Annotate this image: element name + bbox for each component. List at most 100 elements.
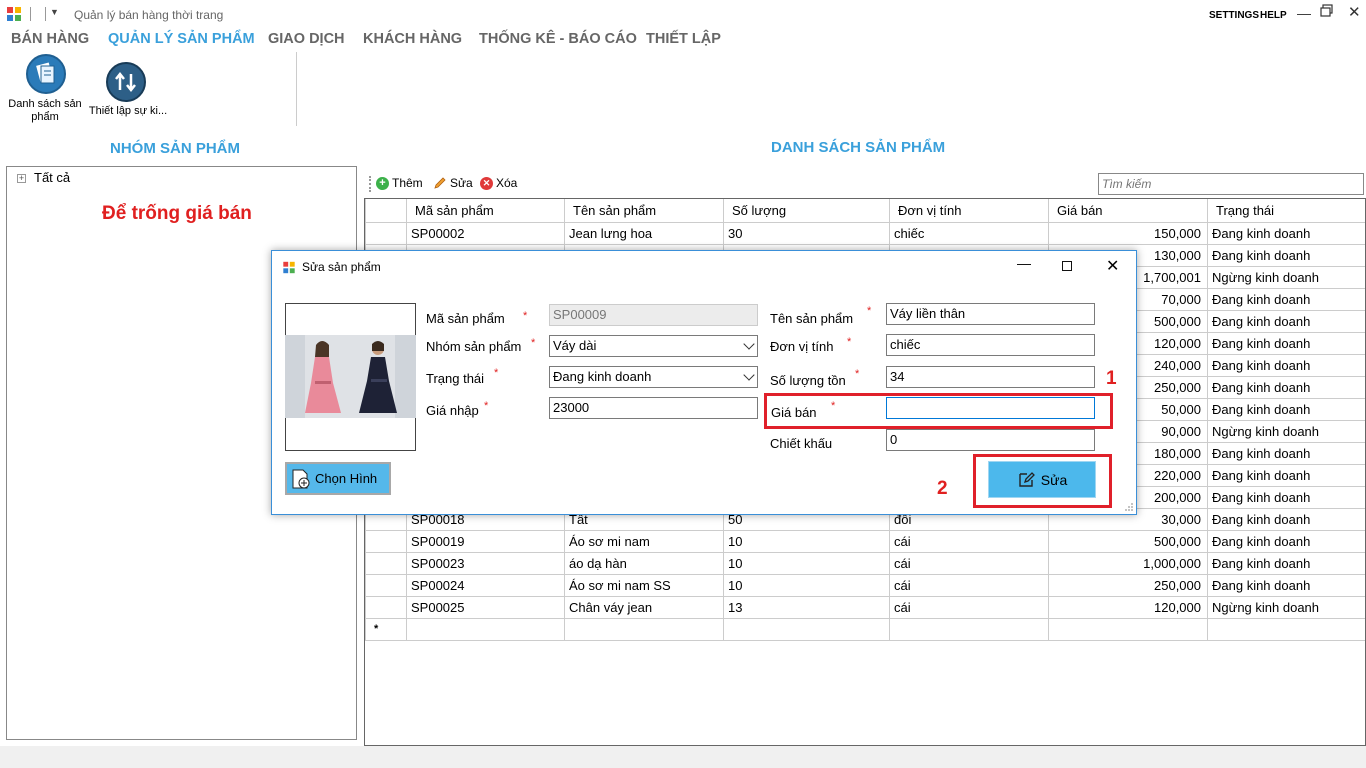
quick-access-dropdown-icon[interactable]: ▼: [50, 7, 59, 17]
table-row[interactable]: SP00019 Áo sơ mi nam 10 cái 500,000 Đang kinh…: [365, 529, 1365, 553]
edit-button[interactable]: Sửa: [433, 176, 473, 190]
cell-status[interactable]: Đang kinh doanh: [1207, 375, 1365, 399]
cell-status[interactable]: Đang kinh doanh: [1207, 353, 1365, 377]
cell-unit[interactable]: cái: [889, 573, 1049, 597]
minimize-icon[interactable]: —: [1297, 5, 1311, 21]
cell-status[interactable]: Đang kinh doanh: [1207, 397, 1365, 421]
cell-unit[interactable]: cái: [889, 551, 1049, 575]
unit-field[interactable]: chiếc: [886, 334, 1095, 356]
cell-name[interactable]: Áo sơ mi nam: [564, 529, 724, 553]
menu-khach-hang[interactable]: KHÁCH HÀNG: [363, 31, 462, 47]
new-row-cell[interactable]: [1207, 617, 1365, 641]
cell-code[interactable]: SP00019: [406, 529, 565, 553]
cell-price[interactable]: 1,000,000: [1048, 551, 1208, 575]
cell-status[interactable]: Đang kinh doanh: [1207, 551, 1365, 575]
new-row-cell[interactable]: [564, 617, 724, 641]
menu-quan-ly-san-pham[interactable]: QUẢN LÝ SẢN PHẨM: [108, 31, 255, 47]
column-header[interactable]: Trạng thái: [1207, 199, 1365, 223]
discount-field[interactable]: 0: [886, 429, 1095, 451]
row-header[interactable]: [365, 529, 407, 553]
column-header[interactable]: Tên sản phẩm: [564, 199, 724, 223]
restore-icon[interactable]: [1320, 4, 1334, 18]
new-row[interactable]: *: [365, 617, 1365, 641]
cell-status[interactable]: Ngừng kinh doanh: [1207, 265, 1365, 289]
cell-name[interactable]: Chân váy jean: [564, 595, 724, 619]
column-header[interactable]: Đơn vị tính: [889, 199, 1049, 223]
row-header[interactable]: [365, 551, 407, 575]
cell-status[interactable]: Đang kinh doanh: [1207, 287, 1365, 311]
cell-status[interactable]: Đang kinh doanh: [1207, 507, 1365, 531]
column-header[interactable]: Số lượng: [723, 199, 890, 223]
resize-grip-icon[interactable]: [1124, 502, 1134, 512]
choose-image-button[interactable]: Chọn Hình: [285, 462, 391, 495]
new-row-cell[interactable]: [406, 617, 565, 641]
table-row[interactable]: SP00023 áo dạ hàn 10 cái 1,000,000 Đang kinh …: [365, 551, 1365, 575]
menu-thong-ke-bao-cao[interactable]: THỐNG KÊ - BÁO CÁO: [479, 31, 637, 47]
cell-price[interactable]: 150,000: [1048, 221, 1208, 245]
dialog-maximize-icon[interactable]: [1062, 261, 1072, 271]
dialog-close-icon[interactable]: ✕: [1106, 256, 1119, 276]
table-row[interactable]: SP00025 Chân váy jean 13 cái 120,000 Ngừng ki…: [365, 595, 1365, 619]
cell-qty[interactable]: 30: [723, 221, 890, 245]
cell-qty[interactable]: 10: [723, 573, 890, 597]
table-row[interactable]: SP00024 Áo sơ mi nam SS 10 cái 250,000 Đang k…: [365, 573, 1365, 597]
tree-item-all[interactable]: Tất cả: [34, 170, 70, 185]
cell-qty[interactable]: 10: [723, 529, 890, 553]
cell-qty[interactable]: 13: [723, 595, 890, 619]
menu-thiet-lap[interactable]: THIẾT LẬP: [646, 31, 721, 47]
event-setup-ribbon-button[interactable]: Thiết lập sự ki...: [88, 62, 168, 122]
cell-status[interactable]: Đang kinh doanh: [1207, 331, 1365, 355]
cell-name[interactable]: Jean lưng hoa: [564, 221, 724, 245]
dialog-minimize-icon[interactable]: —: [1017, 255, 1031, 271]
new-row-cell[interactable]: [1048, 617, 1208, 641]
stock-field[interactable]: 34: [886, 366, 1095, 388]
new-row-cell[interactable]: [889, 617, 1049, 641]
table-row[interactable]: SP00002 Jean lưng hoa 30 chiếc 150,000 Đang k…: [365, 221, 1365, 245]
cell-code[interactable]: SP00024: [406, 573, 565, 597]
product-list-ribbon-button[interactable]: Danh sách sản phẩm: [4, 54, 86, 126]
cell-status[interactable]: Đang kinh doanh: [1207, 441, 1365, 465]
cell-status[interactable]: Đang kinh doanh: [1207, 221, 1365, 245]
row-header[interactable]: [365, 221, 407, 245]
cell-status[interactable]: Đang kinh doanh: [1207, 243, 1365, 267]
delete-button[interactable]: ✕ Xóa: [480, 176, 517, 190]
row-header[interactable]: [365, 573, 407, 597]
cost-field[interactable]: 23000: [549, 397, 758, 419]
cell-unit[interactable]: chiếc: [889, 221, 1049, 245]
cell-status[interactable]: Ngừng kinh doanh: [1207, 419, 1365, 443]
row-header[interactable]: [365, 595, 407, 619]
code-field[interactable]: SP00009: [549, 304, 758, 326]
close-icon[interactable]: ✕: [1348, 3, 1361, 21]
app-icon[interactable]: [6, 6, 22, 22]
cell-name[interactable]: áo dạ hàn: [564, 551, 724, 575]
cell-code[interactable]: SP00025: [406, 595, 565, 619]
column-header[interactable]: Giá bán: [1048, 199, 1208, 223]
cell-status[interactable]: Đang kinh doanh: [1207, 529, 1365, 553]
cell-price[interactable]: 250,000: [1048, 573, 1208, 597]
cell-name[interactable]: Áo sơ mi nam SS: [564, 573, 724, 597]
cell-status[interactable]: Đang kinh doanh: [1207, 463, 1365, 487]
settings-link[interactable]: SETTINGS: [1209, 10, 1259, 21]
cell-price[interactable]: 500,000: [1048, 529, 1208, 553]
cell-unit[interactable]: cái: [889, 595, 1049, 619]
cell-status[interactable]: Ngừng kinh doanh: [1207, 595, 1365, 619]
new-row-cell[interactable]: [723, 617, 890, 641]
help-link[interactable]: HELP: [1260, 10, 1287, 21]
cell-status[interactable]: Đang kinh doanh: [1207, 573, 1365, 597]
add-button[interactable]: + Thêm: [376, 176, 423, 190]
menu-ban-hang[interactable]: BÁN HÀNG: [11, 31, 89, 47]
tree-expand-icon[interactable]: +: [17, 174, 26, 183]
cell-code[interactable]: SP00023: [406, 551, 565, 575]
name-field[interactable]: Váy liền thân: [886, 303, 1095, 325]
cell-qty[interactable]: 10: [723, 551, 890, 575]
search-input[interactable]: [1098, 173, 1364, 195]
cell-price[interactable]: 120,000: [1048, 595, 1208, 619]
cell-unit[interactable]: cái: [889, 529, 1049, 553]
menu-giao-dich[interactable]: GIAO DỊCH: [268, 31, 345, 47]
status-select[interactable]: Đang kinh doanh: [549, 366, 758, 388]
group-select[interactable]: Váy dài: [549, 335, 758, 357]
cell-status[interactable]: Đang kinh doanh: [1207, 309, 1365, 333]
cell-code[interactable]: SP00002: [406, 221, 565, 245]
cell-status[interactable]: Đang kinh doanh: [1207, 485, 1365, 509]
column-header[interactable]: Mã sản phẩm: [406, 199, 565, 223]
